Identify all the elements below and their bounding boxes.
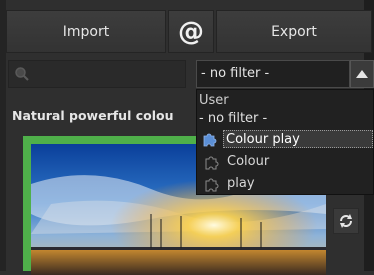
- search-input[interactable]: [8, 60, 186, 88]
- filter-dropdown-toggle[interactable]: [350, 60, 374, 88]
- preset-title: Natural powerful colou: [12, 108, 174, 123]
- refresh-button[interactable]: [333, 208, 359, 234]
- dropdown-option-no-filter[interactable]: - no filter -: [199, 110, 267, 128]
- filter-dropdown-list: User - no filter - Colour play Colour pl…: [196, 89, 374, 195]
- dropdown-option-colour-play[interactable]: Colour play: [223, 130, 373, 148]
- export-button[interactable]: Export: [216, 10, 372, 53]
- dropdown-group-label: User: [199, 93, 229, 108]
- import-button[interactable]: Import: [6, 10, 166, 53]
- chevron-up-icon: [356, 70, 368, 78]
- puzzle-piece-filled-icon: [203, 133, 217, 147]
- dropdown-option-colour[interactable]: Colour: [227, 153, 269, 171]
- search-icon: [15, 67, 29, 81]
- refresh-icon: [340, 214, 352, 228]
- puzzle-piece-outline-icon: [205, 156, 219, 170]
- at-button[interactable]: @: [168, 10, 214, 53]
- filter-select[interactable]: - no filter -: [196, 60, 350, 88]
- dropdown-option-play[interactable]: play: [227, 175, 255, 193]
- puzzle-piece-outline-icon: [205, 178, 219, 192]
